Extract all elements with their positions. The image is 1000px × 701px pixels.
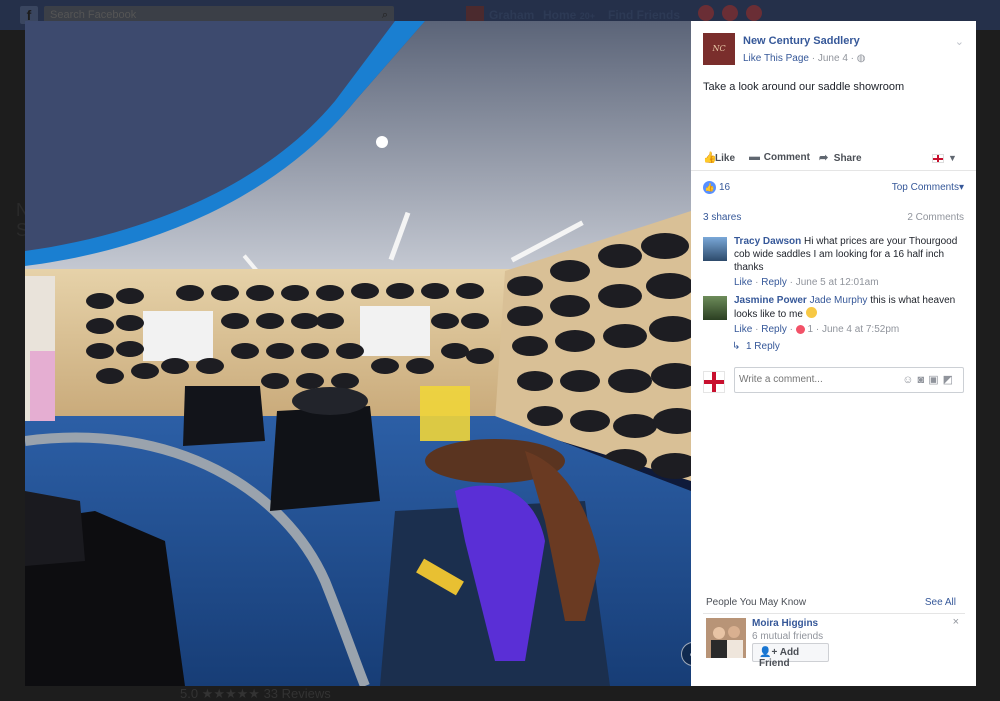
comment-body: Tracy Dawson Hi what prices are your Tho…	[734, 235, 959, 289]
background-rating: 5.0 ★★★★★ 33 Reviews	[180, 686, 331, 701]
add-friend-button[interactable]: 👤+ Add Friend	[752, 643, 829, 669]
pymk-heading: People You May Know	[706, 597, 807, 608]
write-comment-input[interactable]	[739, 374, 879, 385]
comment-sort-dropdown[interactable]: Top Comments▾	[892, 182, 964, 193]
nav-find-friends[interactable]: Find Friends	[608, 8, 680, 22]
notifications-icon[interactable]	[746, 5, 762, 21]
post-meta: Like This Page · June 4 · ◍	[743, 53, 866, 64]
search-placeholder: Search Facebook	[50, 9, 137, 21]
mutual-friends[interactable]: 6 mutual friends	[752, 631, 823, 642]
friend-requests-icon[interactable]	[698, 5, 714, 21]
laughing-emoji-icon	[805, 307, 817, 318]
like-page-link[interactable]: Like This Page	[743, 53, 809, 64]
post-header: NC New Century Saddlery Like This Page ·…	[703, 33, 968, 73]
post-options-chevron-icon[interactable]: ⌄	[955, 35, 964, 48]
comment-footer: Like · Reply · June 5 at 12:01am	[734, 277, 879, 288]
share-arrow-icon: ➦	[819, 152, 829, 164]
caret-down-icon: ▾	[958, 182, 964, 193]
emoji-icon[interactable]: ☺	[902, 374, 917, 386]
gif-icon[interactable]: ▣	[928, 374, 942, 386]
thumbs-up-icon: 👍	[703, 152, 717, 164]
like-reaction-icon: 👍	[703, 181, 716, 194]
sort-label: Top Comments	[891, 182, 959, 193]
post-date[interactable]: June 4	[818, 53, 848, 64]
post-text: Take a look around our saddle showroom	[703, 81, 905, 93]
suggested-friend-image	[706, 618, 746, 658]
comment-reaction-count[interactable]: 1	[808, 324, 814, 335]
england-flag-icon[interactable]	[932, 154, 944, 163]
comment-body: Jasmine Power Jade Murphy this is what h…	[734, 294, 959, 336]
comment-tools: ☺◙▣◩	[902, 373, 957, 386]
commenter-avatar[interactable]	[703, 237, 727, 261]
my-avatar[interactable]	[703, 371, 725, 393]
like-button[interactable]: 👍Like	[703, 151, 735, 164]
comment-like-link[interactable]: Like	[734, 277, 752, 288]
commenter-avatar[interactable]	[703, 296, 727, 320]
sticker-icon[interactable]: ◩	[943, 374, 957, 386]
love-reaction-icon	[795, 324, 805, 334]
write-comment-row: ☺◙▣◩	[703, 367, 965, 393]
comment-reply-link[interactable]: Reply	[761, 277, 787, 288]
comment-like-link[interactable]: Like	[734, 324, 752, 335]
reply-arrow-icon: ↳	[732, 341, 741, 352]
messages-icon[interactable]	[722, 5, 738, 21]
page-name-link[interactable]: New Century Saddlery	[743, 35, 860, 47]
write-comment-box[interactable]: ☺◙▣◩	[734, 367, 964, 393]
saddle-showroom-image	[25, 21, 691, 686]
post-side-panel: NC New Century Saddlery Like This Page ·…	[691, 21, 976, 686]
reaction-summary[interactable]: 👍 16	[703, 181, 730, 194]
comment-mention[interactable]: Jade Murphy	[810, 295, 868, 306]
nav-profile-name[interactable]: Graham	[489, 8, 534, 22]
comments-count[interactable]: 2 Comments	[907, 212, 964, 223]
comment-footer: Like · Reply · 1 · June 4 at 7:52pm	[734, 324, 900, 335]
post-photo[interactable]: ◐	[25, 21, 691, 686]
page-avatar[interactable]: NC	[703, 33, 735, 65]
view-replies-label: 1 Reply	[745, 341, 780, 352]
see-all-link[interactable]: See All	[925, 597, 956, 608]
comment-reply-link[interactable]: Reply	[761, 324, 787, 335]
globe-icon: ◍	[856, 53, 866, 64]
camera-icon[interactable]: ◙	[918, 374, 929, 386]
comment-author[interactable]: Tracy Dawson	[734, 236, 801, 247]
suggested-friend-photo[interactable]	[706, 618, 746, 658]
share-label: Share	[833, 153, 862, 164]
caret-down-icon[interactable]: ▼	[948, 153, 957, 163]
nav-home-label: Home	[543, 8, 577, 22]
comment-icon: ▬	[749, 151, 760, 163]
view-replies-link[interactable]: ↳ 1 Reply	[732, 341, 780, 352]
divider	[703, 613, 965, 614]
post-actions-bar: 👍Like ▬ Comment ➦ Share ▼	[691, 146, 976, 171]
suggested-friend-name[interactable]: Moira Higgins	[752, 618, 818, 629]
comment-time[interactable]: June 5 at 12:01am	[796, 277, 879, 288]
close-icon[interactable]: ×	[953, 616, 959, 628]
comment-button[interactable]: ▬ Comment	[749, 151, 810, 163]
like-label: Like	[715, 153, 736, 164]
share-button[interactable]: ➦ Share	[819, 151, 862, 164]
comment-time[interactable]: June 4 at 7:52pm	[822, 324, 899, 335]
add-friend-icon: 👤+	[759, 647, 778, 658]
comment-label: Comment	[763, 152, 810, 163]
reaction-count: 16	[719, 182, 731, 194]
nav-home[interactable]: Home 20+	[543, 8, 595, 22]
shares-link[interactable]: 3 shares	[703, 212, 741, 223]
comment-author[interactable]: Jasmine Power	[734, 295, 807, 306]
nav-home-count: 20+	[579, 11, 595, 21]
